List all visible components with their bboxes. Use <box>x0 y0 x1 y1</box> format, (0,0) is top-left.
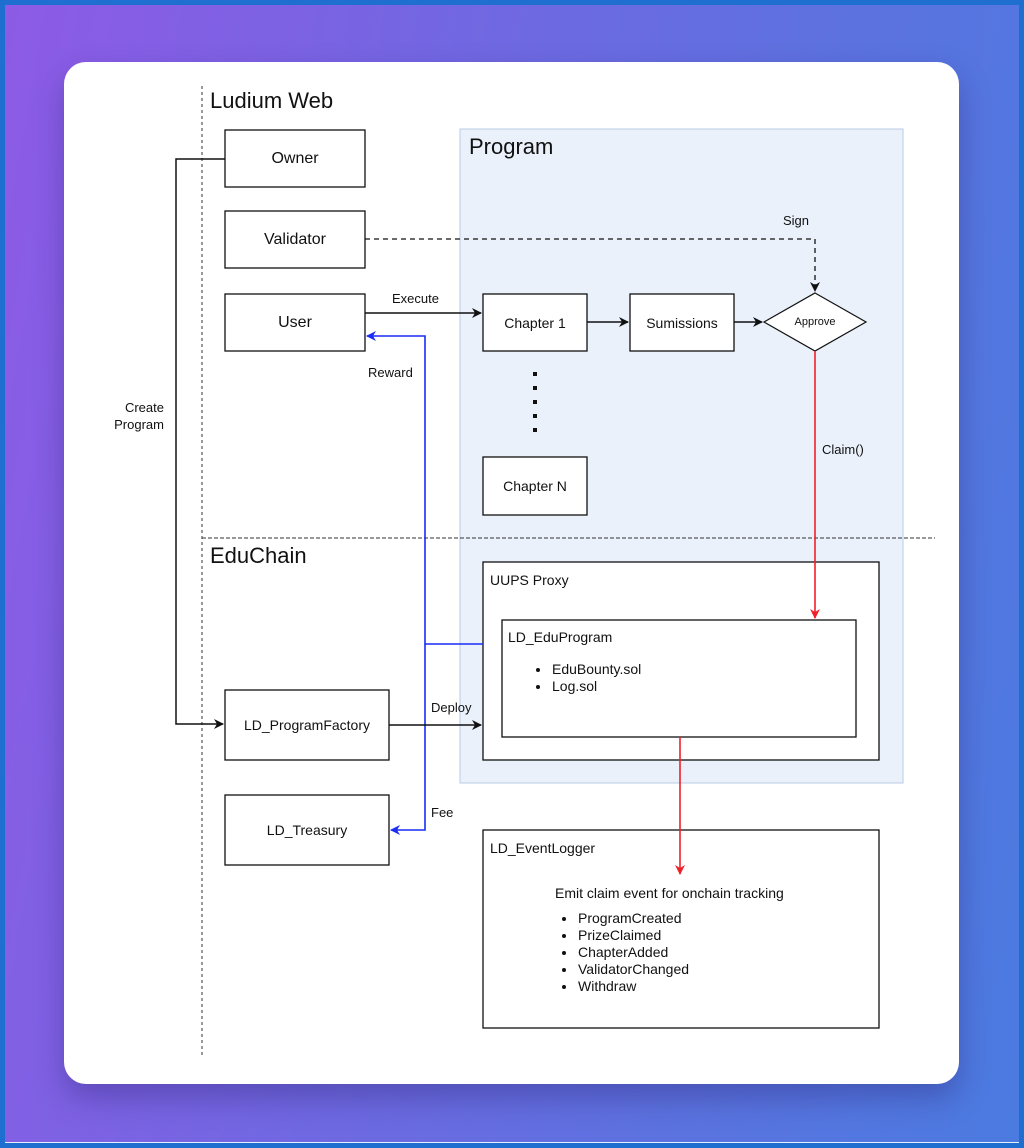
execute-label: Execute <box>392 291 439 306</box>
fee-edge <box>390 644 426 835</box>
owner-label: Owner <box>271 149 319 167</box>
uups-proxy-label: UUPS Proxy <box>490 572 569 588</box>
fee-label: Fee <box>431 805 454 820</box>
edu-program-file-list: EduBounty.sol Log.sol <box>534 661 641 695</box>
sign-label: Sign <box>783 213 810 228</box>
chapterN-label: Chapter N <box>503 478 567 494</box>
event-logger-label: LD_EventLogger <box>490 840 596 856</box>
event-item: ProgramCreated <box>560 910 689 927</box>
section-title-ludium-web: Ludium Web <box>210 88 334 113</box>
event-item: PrizeClaimed <box>560 927 689 944</box>
create-program-edge <box>175 158 225 729</box>
validator-label: Validator <box>264 230 326 248</box>
program-factory-label: LD_ProgramFactory <box>243 717 371 733</box>
edu-program-file: EduBounty.sol <box>534 661 641 678</box>
deploy-label: Deploy <box>431 700 472 715</box>
treasury-label: LD_Treasury <box>266 822 348 838</box>
event-logger-description: Emit claim event for onchain tracking <box>555 885 784 901</box>
section-title-educhain: EduChain <box>210 543 307 568</box>
event-item: ChapterAdded <box>560 944 689 961</box>
claim-label: Claim() <box>822 442 864 457</box>
event-item: ValidatorChanged <box>560 961 689 978</box>
create-program-label: Create Program <box>110 399 164 433</box>
chapter1-label: Chapter 1 <box>504 314 566 331</box>
reward-label: Reward <box>368 365 413 380</box>
create-program-label-line2: Program <box>114 417 164 432</box>
event-item: Withdraw <box>560 978 689 995</box>
event-list: ProgramCreated PrizeClaimed ChapterAdded… <box>560 910 689 995</box>
edu-program-file: Log.sol <box>534 678 641 695</box>
approve-label: Approve <box>794 316 836 328</box>
user-label: User <box>278 313 312 331</box>
edu-program-label: LD_EduProgram <box>508 629 613 645</box>
create-program-label-line1: Create <box>124 400 164 415</box>
section-title-program: Program <box>469 134 554 159</box>
submissions-label: Sumissions <box>646 314 718 331</box>
